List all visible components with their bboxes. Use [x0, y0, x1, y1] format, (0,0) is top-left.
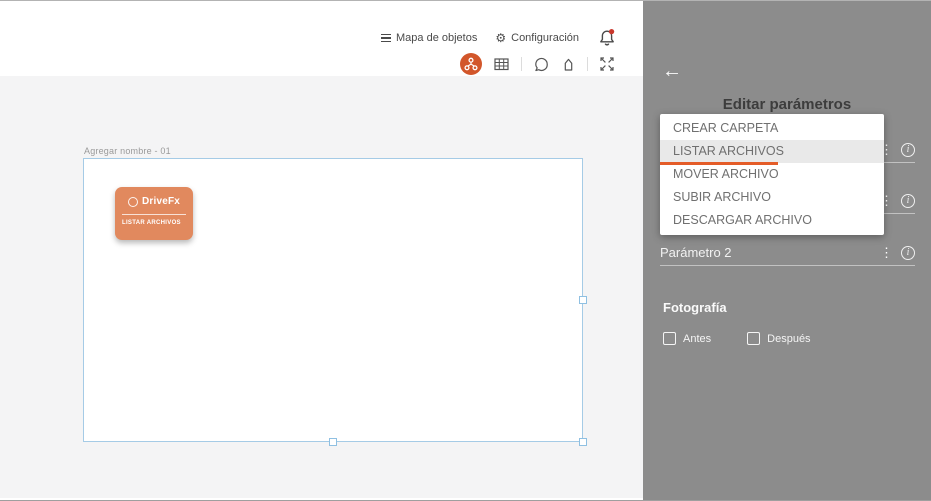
drivefx-logo-icon	[127, 196, 138, 207]
table-view-button[interactable]	[493, 56, 510, 72]
toolbar-tools-row	[460, 53, 615, 75]
comments-button[interactable]	[533, 56, 550, 73]
eraser-button[interactable]	[561, 56, 576, 73]
drivefx-node[interactable]: DriveFx LISTAR ARCHIVOS	[115, 187, 193, 240]
toolbar-menu-row: Mapa de objetos ⚙ Configuración	[381, 27, 617, 49]
configuration-button[interactable]: ⚙ Configuración	[495, 32, 579, 44]
toolbar-divider	[521, 57, 522, 71]
flow-view-button[interactable]	[460, 53, 482, 75]
info-icon[interactable]: i	[901, 245, 915, 260]
param-3-label: Parámetro 2	[660, 245, 732, 260]
expand-icon	[600, 57, 614, 71]
eraser-icon	[564, 58, 573, 71]
bell-icon	[600, 29, 615, 46]
dropdown-item-mover-archivo[interactable]: MOVER ARCHIVO	[660, 163, 884, 186]
dropdown-item-crear-carpeta[interactable]: CREAR CARPETA	[660, 117, 884, 140]
gear-icon: ⚙	[495, 31, 507, 45]
toolbar-divider	[587, 57, 588, 71]
canvas[interactable]: Agregar nombre - 01 DriveFx LISTAR ARCHI…	[0, 76, 643, 498]
selection-box[interactable]: DriveFx LISTAR ARCHIVOS	[83, 158, 587, 446]
photo-section-title: Fotografía	[663, 300, 727, 315]
action-dropdown-menu: CREAR CARPETA LISTAR ARCHIVOS MOVER ARCH…	[660, 114, 884, 235]
checkbox-despues-label: Después	[767, 332, 811, 345]
drivefx-title: DriveFx	[141, 196, 181, 207]
dropdown-item-descargar-archivo[interactable]: DESCARGAR ARCHIVO	[660, 209, 884, 232]
kebab-menu-icon[interactable]: ⋮	[879, 246, 894, 259]
dropdown-item-listar-archivos[interactable]: LISTAR ARCHIVOS	[660, 140, 884, 165]
chat-bubble-icon	[535, 57, 548, 71]
resize-handle-bottom-right[interactable]	[579, 438, 587, 446]
dropdown-item-subir-archivo[interactable]: SUBIR ARCHIVO	[660, 186, 884, 209]
checkbox-antes-box[interactable]	[663, 332, 676, 345]
notifications-button[interactable]	[597, 27, 617, 49]
resize-handle-right[interactable]	[579, 296, 587, 304]
group-label: Agregar nombre - 01	[84, 146, 171, 156]
checkbox-despues[interactable]: Después	[747, 332, 811, 345]
map-of-objects-label: Mapa de objetos	[396, 32, 478, 44]
param-row-3: Parámetro 2 ⋮ i	[660, 240, 915, 266]
drivefx-action-label: LISTAR ARCHIVOS	[122, 220, 181, 226]
drivefx-node-header: DriveFx	[115, 187, 193, 207]
resize-handle-bottom[interactable]	[329, 438, 337, 446]
canvas-pane: Mapa de objetos ⚙ Configuración Agregar …	[0, 1, 643, 500]
toolbar: Mapa de objetos ⚙ Configuración	[0, 1, 643, 76]
panel-title: Editar parámetros	[722, 96, 852, 113]
photo-options-row: Antes Después	[663, 332, 811, 345]
table-icon	[494, 58, 509, 71]
app-window: Mapa de objetos ⚙ Configuración Agregar …	[0, 0, 931, 501]
notification-dot	[609, 29, 615, 35]
checkbox-antes-label: Antes	[683, 332, 712, 345]
checkbox-antes[interactable]: Antes	[663, 332, 711, 345]
checkbox-despues-box[interactable]	[747, 332, 761, 345]
info-icon[interactable]: i	[901, 142, 915, 157]
edit-parameters-panel: ← Editar parámetros ⋮ i ⋮ i Parámetro 2 …	[643, 1, 931, 500]
hierarchy-icon	[464, 57, 478, 71]
fullscreen-button[interactable]	[599, 56, 615, 72]
back-button[interactable]: ←	[662, 61, 682, 81]
hamburger-icon	[381, 33, 392, 43]
info-icon[interactable]: i	[901, 193, 915, 208]
configuration-label: Configuración	[511, 32, 579, 44]
map-of-objects-button[interactable]: Mapa de objetos	[381, 32, 477, 44]
